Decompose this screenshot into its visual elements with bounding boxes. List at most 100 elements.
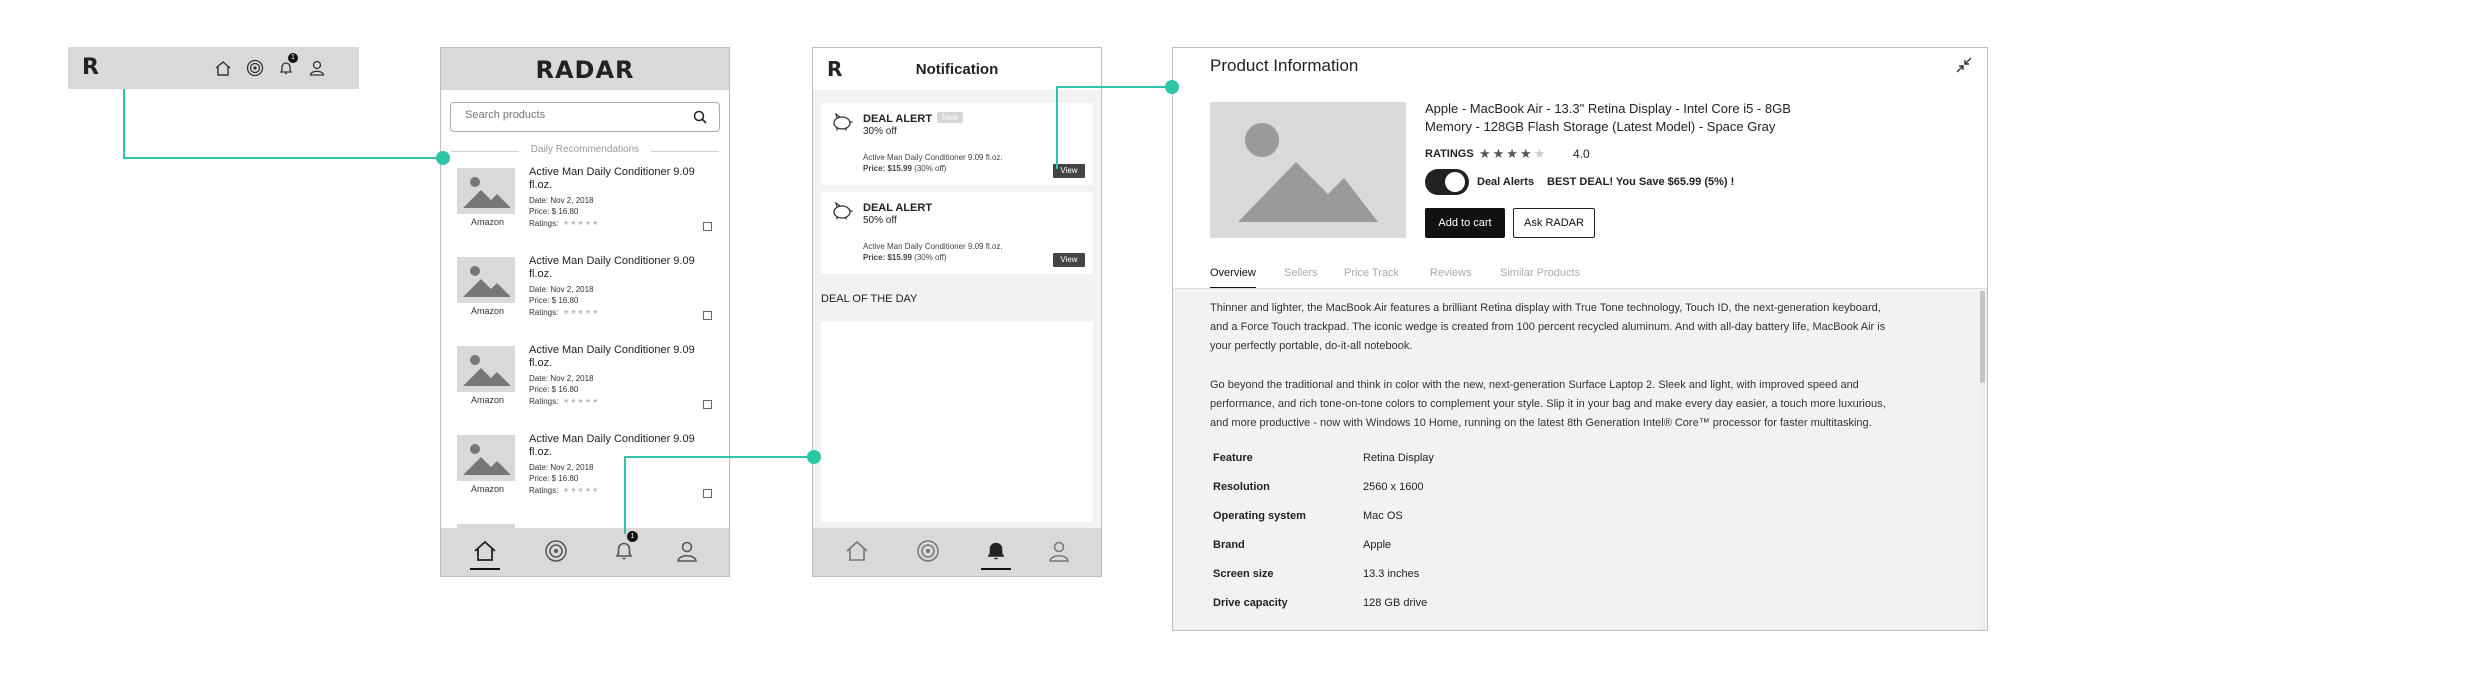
deal-alerts-toggle[interactable] [1425,169,1469,195]
spec-row: Drive capacity [1213,597,1288,609]
ratings-label: Ratings: [529,486,559,495]
alert-price-bold: Price: $15.99 [863,164,912,173]
search-icon[interactable] [693,110,707,124]
bell-icon[interactable] [985,540,1007,562]
discount-text: 50% off [863,215,897,226]
brand-title: RADAR [535,56,635,84]
active-tab-indicator [470,568,500,570]
ratings-label: Ratings: [529,308,559,317]
product-title[interactable]: Active Man Daily Conditioner 9.09 fl.oz. [529,166,719,192]
item-checkbox[interactable] [703,222,712,231]
store-name: Amazon [471,395,505,405]
list-item[interactable]: Amazon Active Man Daily Conditioner 9.09… [441,433,729,521]
product-price: Price: $ 16.80 [529,385,579,394]
logo[interactable]: R [82,55,99,80]
list-item[interactable]: Amazon Active Man Daily Conditioner 9.09… [441,255,729,343]
list-item[interactable]: Amazon Active Man Daily Conditioner 9.09… [441,166,729,254]
section-title: Daily Recommendations [530,144,640,155]
scrollbar-track[interactable] [1980,291,1985,630]
description-line: performance, and rich tone-on-tone color… [1210,398,1886,410]
description-paragraph-2: Go beyond the traditional and think in c… [1210,376,1886,433]
spec-value: Mac OS [1363,510,1403,522]
product-price: Price: $ 16.80 [529,474,579,483]
spec-value: Retina Display [1363,452,1434,464]
collapse-icon[interactable] [1955,56,1973,74]
user-icon[interactable] [1047,539,1071,563]
spec-value: Apple [1363,539,1392,551]
notification-screen: R Notification DEAL ALERT New 30% off Ac… [812,47,1102,577]
flow-connector-dot [807,450,821,464]
home-header: RADAR [441,48,729,90]
radar-icon[interactable] [544,539,568,563]
tab-similar-products[interactable]: Similar Products [1500,267,1580,279]
item-checkbox[interactable] [703,400,712,409]
spec-key: Resolution [1213,481,1270,493]
search-input[interactable] [463,108,667,122]
product-image [457,435,515,481]
product-name: Apple - MacBook Air - 13.3" Retina Displ… [1425,100,1791,136]
home-icon[interactable] [214,60,232,76]
flow-connector [624,456,626,534]
page-title: Notification [915,61,999,78]
radar-icon[interactable] [916,539,940,563]
spec-row: Resolution [1213,481,1270,493]
tab-reviews[interactable]: Reviews [1430,267,1472,279]
ask-radar-button[interactable]: Ask RADAR [1513,208,1595,238]
spec-row: Feature [1213,452,1253,464]
search-box[interactable] [450,102,720,132]
home-icon[interactable] [845,540,869,562]
spec-row: Operating system [1213,510,1306,522]
product-title[interactable]: Active Man Daily Conditioner 9.09 fl.oz. [529,344,719,370]
tab-sellers[interactable]: Sellers [1284,267,1318,279]
description-line: and a Force Touch trackpad. The iconic w… [1210,321,1886,333]
deal-of-day-title: DEAL OF THE DAY [821,293,918,305]
add-to-cart-button[interactable]: Add to cart [1425,208,1505,238]
notification-header: R Notification [813,48,1101,90]
description-paragraph-1: Thinner and lighter, the MacBook Air fea… [1210,299,1885,356]
list-item[interactable]: Amazon Active Man Daily Conditioner 9.09… [441,344,729,432]
spec-row: Brand [1213,539,1245,551]
product-image [1210,102,1406,238]
radar-icon[interactable] [246,59,264,77]
product-info-panel: Product Information Apple - MacBook Air … [1172,47,1988,631]
rating-stars: ★★★★★ [563,309,600,316]
rating-stars: ★★★★★ [563,220,600,227]
user-icon[interactable] [308,59,326,77]
product-image [457,168,515,214]
alert-price-rest: (30% off) [911,164,947,173]
home-screen: RADAR Daily Recommendations Amazon Activ… [440,47,730,577]
rating-value: 4.0 [1573,147,1590,161]
ratings-label: Ratings: [529,219,559,228]
tab-price-track[interactable]: Price Track [1344,267,1399,279]
product-title[interactable]: Active Man Daily Conditioner 9.09 fl.oz. [529,255,719,281]
alert-price: Price: $15.99 (30% off) [863,164,946,173]
tab-overview[interactable]: Overview [1210,267,1256,279]
home-icon[interactable] [473,540,497,562]
view-button[interactable]: View [1053,253,1085,267]
discount-text: 30% off [863,126,897,137]
flow-connector [624,456,814,458]
flow-connector [123,157,443,159]
active-tab-indicator [981,568,1011,570]
deal-alert-card[interactable]: DEAL ALERT New 30% off Active Man Daily … [821,103,1093,185]
spec-key: Feature [1213,452,1253,464]
overview-content: Thinner and lighter, the MacBook Air fea… [1173,288,1987,630]
product-price: Price: $ 16.80 [529,207,579,216]
product-date: Date: Nov 2, 2018 [529,196,594,205]
notification-badge: 1 [627,531,638,542]
flow-connector [123,89,125,158]
bottom-tab-bar: 1 [441,528,729,576]
item-checkbox[interactable] [703,489,712,498]
description-line: your perfectly portable, do-it-all noteb… [1210,340,1413,352]
spec-key: Operating system [1213,510,1306,522]
item-checkbox[interactable] [703,311,712,320]
scrollbar-thumb[interactable] [1980,291,1985,383]
alert-product-name: Active Man Daily Conditioner 9.09 fl.oz. [863,242,1003,251]
alert-price-rest: (30% off) [911,253,947,262]
rating-stars: ★★★★★ [1479,146,1548,161]
bell-icon[interactable] [613,540,635,562]
spec-row: Screen size [1213,568,1274,580]
bottom-tab-bar [813,528,1101,576]
deal-alert-card[interactable]: DEAL ALERT 50% off Active Man Daily Cond… [821,192,1093,274]
user-icon[interactable] [675,539,699,563]
